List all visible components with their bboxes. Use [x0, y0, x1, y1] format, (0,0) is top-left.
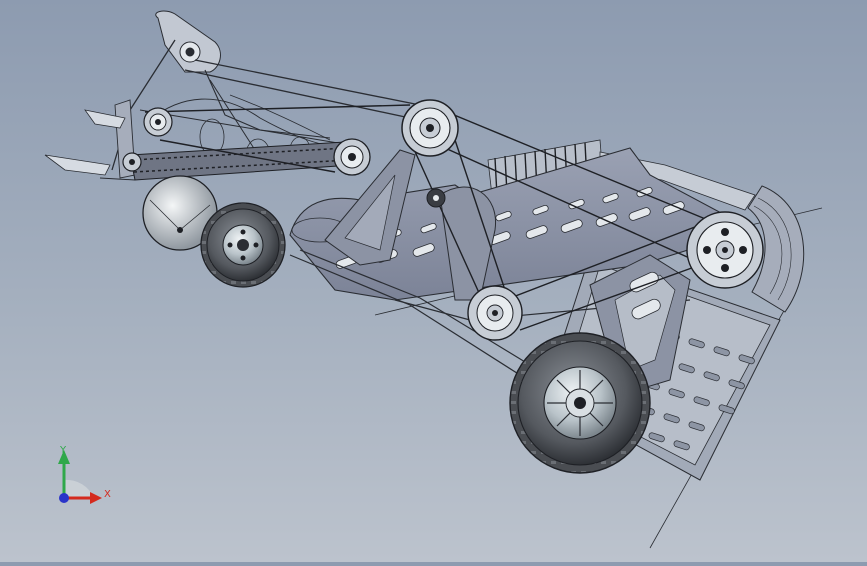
z-axis-dot [59, 493, 69, 503]
y-axis-label: Y [59, 445, 67, 456]
x-axis-arrowhead [90, 492, 102, 504]
cad-viewport[interactable]: Y X [0, 0, 867, 562]
pulley-chain-idler [333, 138, 371, 176]
rear-wheel [509, 332, 651, 474]
pulley-tensioner [426, 188, 446, 208]
pulley-header-lower [122, 152, 142, 172]
harvester-assembly-drawing: Y X [44, 10, 823, 549]
pulley-lower-center [467, 285, 523, 341]
front-wheel [200, 202, 286, 288]
header-chain [129, 141, 353, 181]
x-axis-label: X [104, 489, 111, 500]
pulley-main-drive [401, 99, 459, 157]
coordinate-triad[interactable]: Y X [58, 445, 111, 504]
pulley-rear-large [686, 211, 764, 289]
pulley-header-upper [143, 107, 173, 137]
